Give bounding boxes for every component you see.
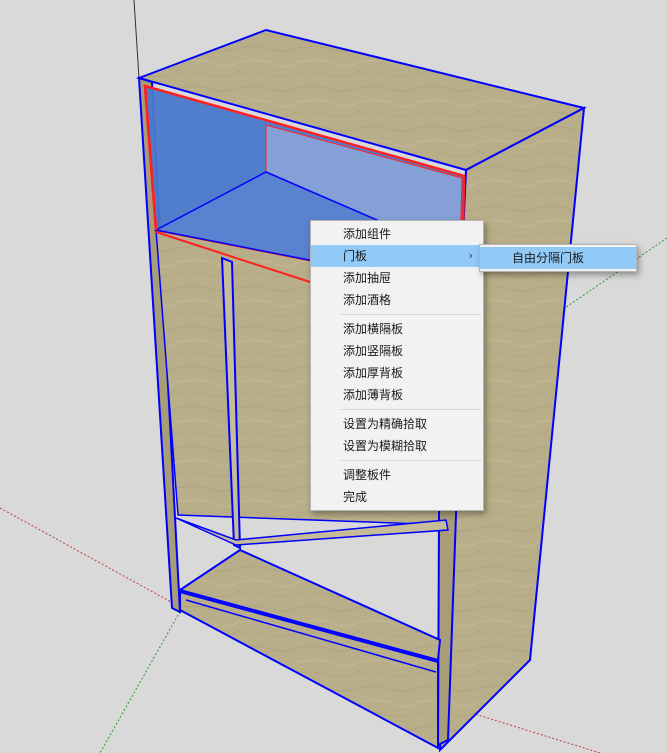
menu-item-label: 添加抽屉 — [343, 271, 392, 285]
menu-item-label: 添加酒格 — [343, 293, 392, 307]
menu-item[interactable]: 添加竖隔板 — [311, 340, 483, 362]
menu-item[interactable]: 设置为精确拾取 — [311, 413, 483, 435]
menu-item-label: 添加组件 — [343, 227, 392, 241]
menu-item-label: 添加横隔板 — [343, 322, 404, 336]
menu-item[interactable]: 设置为模糊拾取 — [311, 435, 483, 457]
menu-item[interactable]: 完成 — [311, 486, 483, 508]
menu-item[interactable]: 添加组件 — [311, 223, 483, 245]
menu-item-label: 添加竖隔板 — [343, 344, 404, 358]
menu-item[interactable]: 调整板件 — [311, 464, 483, 486]
menu-item[interactable]: 添加薄背板 — [311, 384, 483, 406]
menu-separator — [341, 314, 481, 315]
menu-item[interactable]: 添加横隔板 — [311, 318, 483, 340]
context-menu: 添加组件门板 › 添加抽屉添加酒格添加横隔板添加竖隔板添加厚背板添加薄背板设置为精确… — [310, 220, 484, 511]
submenu-item-label: 自由分隔门板 — [512, 251, 585, 265]
submenu-item[interactable]: 自由分隔门板 — [480, 247, 636, 269]
menu-item-label: 设置为精确拾取 — [343, 417, 428, 431]
menu-item[interactable]: 添加抽屉 — [311, 267, 483, 289]
menu-item-label: 调整板件 — [343, 468, 392, 482]
menu-item-label: 完成 — [343, 490, 368, 504]
menu-item[interactable]: 添加酒格 — [311, 289, 483, 311]
menu-item[interactable]: 门板 › — [311, 245, 483, 267]
door-panel-submenu: 自由分隔门板 — [479, 244, 637, 272]
menu-item-label: 添加厚背板 — [343, 366, 404, 380]
menu-separator — [341, 409, 481, 410]
menu-item-label: 门板 — [343, 249, 368, 263]
menu-item-label: 设置为模糊拾取 — [343, 439, 428, 453]
menu-separator — [341, 460, 481, 461]
chevron-right-icon: › — [468, 249, 473, 262]
menu-item-label: 添加薄背板 — [343, 388, 404, 402]
menu-item[interactable]: 添加厚背板 — [311, 362, 483, 384]
